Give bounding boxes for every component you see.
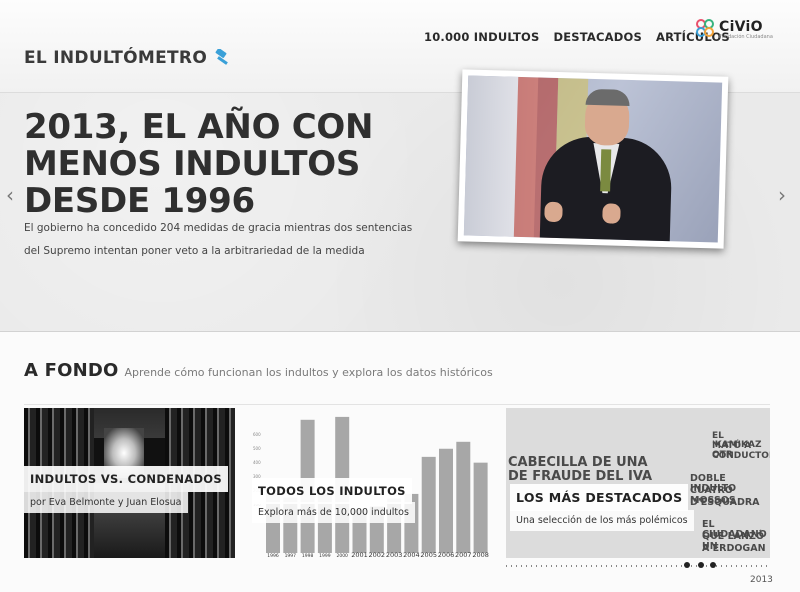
gavel-icon — [215, 49, 228, 65]
civio-logo[interactable]: CiViO Fundación Ciudadana — [696, 16, 776, 42]
hero-photo[interactable] — [457, 69, 729, 249]
card-todos-los-indultos[interactable]: 6005004003002001001996199719981999200020… — [252, 408, 489, 558]
timeline-dot[interactable] — [698, 562, 704, 568]
x-tick-label: 2000 — [336, 553, 348, 558]
x-tick-label: 1998 — [302, 553, 314, 558]
x-tick-label: 2004 — [403, 551, 420, 558]
slider-prev-arrow-icon[interactable]: ‹ — [6, 183, 14, 207]
section-title: A FONDO — [24, 360, 119, 381]
site-title: EL INDULTÓMETRO — [24, 48, 208, 68]
nav-destacados[interactable]: DESTACADOS — [554, 30, 642, 44]
bar-2006[interactable] — [439, 448, 453, 553]
x-tick-label: 2005 — [420, 551, 437, 558]
card-indultos-vs-condenados[interactable]: INDULTOS VS. CONDENADOS por Eva Belmonte… — [24, 408, 235, 558]
section-subtitle: Aprende cómo funcionan los indultos y ex… — [124, 366, 493, 379]
section-divider — [24, 404, 770, 405]
x-tick-label: 2006 — [438, 551, 455, 558]
x-tick-label: 2007 — [455, 551, 472, 558]
newspaper-headline: CONDUCTOR — [712, 451, 770, 461]
newspaper-headline: CABECILLA DE UNA — [508, 455, 648, 470]
timeline-dot[interactable] — [684, 562, 690, 568]
site-logo[interactable]: EL INDULTÓMETRO — [24, 48, 231, 68]
slider-next-arrow-icon[interactable]: › — [778, 183, 786, 207]
timeline-scrubber[interactable] — [506, 562, 770, 570]
nav-indultos[interactable]: 10.000 INDULTOS — [424, 30, 540, 44]
hero-slider: ‹ 2013, EL AÑO CON MENOS INDULTOS DESDE … — [0, 69, 800, 332]
section-header: A FONDO Aprende cómo funcionan los indul… — [24, 360, 493, 381]
civio-mark-icon — [696, 19, 716, 39]
timeline-year: 2013 — [750, 575, 773, 585]
civio-name: CiViO — [719, 19, 763, 35]
newspaper-headline: A ERDOGAN — [702, 543, 766, 554]
x-tick-label: 2008 — [472, 551, 489, 558]
x-tick-label: 1996 — [267, 553, 279, 558]
hero-title[interactable]: 2013, EL AÑO CON MENOS INDULTOS DESDE 19… — [24, 109, 444, 220]
y-tick-label: 600 — [253, 432, 261, 437]
newspaper-headline: DE FRAUDE DEL IVA — [508, 469, 653, 484]
bar-2005[interactable] — [421, 456, 436, 553]
x-tick-label: 1997 — [285, 553, 297, 558]
bar-2007[interactable] — [456, 441, 471, 553]
bar-2008[interactable] — [473, 462, 488, 553]
timeline-dot[interactable] — [710, 562, 716, 568]
civio-tagline: Fundación Ciudadana — [719, 34, 773, 40]
x-tick-label: 2003 — [386, 551, 403, 558]
y-tick-label: 500 — [253, 446, 261, 451]
card-subtitle: por Eva Belmonte y Juan Elosua — [24, 492, 188, 513]
x-tick-label: 2001 — [351, 551, 368, 558]
card-title: INDULTOS VS. CONDENADOS — [24, 466, 228, 492]
newspaper-headline: D'ESQUADRA — [690, 497, 760, 508]
x-tick-label: 1999 — [319, 553, 331, 558]
card-title: TODOS LOS INDULTOS — [252, 478, 412, 504]
card-title: LOS MÁS DESTACADOS — [510, 484, 689, 511]
main-nav: 10.000 INDULTOS DESTACADOS ARTÍCULOS — [424, 30, 730, 44]
card-subtitle: Una selección de los más polémicos — [510, 510, 694, 531]
card-los-mas-destacados[interactable]: CABECILLA DE UNA DE FRAUDE DEL IVA EL 'KAM… — [506, 408, 770, 558]
x-tick-label: 2002 — [369, 551, 386, 558]
hero-subtitle: El gobierno ha concedido 204 medidas de … — [24, 222, 413, 257]
card-subtitle: Explora más de 10,000 indultos — [252, 502, 415, 523]
y-tick-label: 400 — [253, 460, 261, 465]
